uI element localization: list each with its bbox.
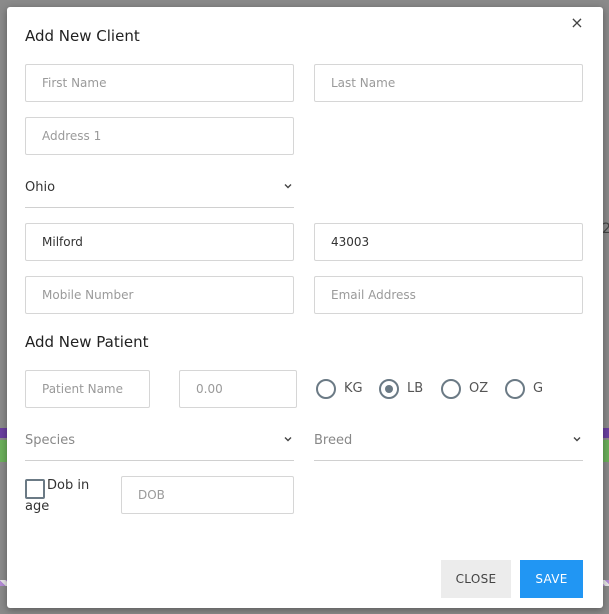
dob-in-age-label: Dob in xyxy=(47,478,90,493)
close-button[interactable]: CLOSE xyxy=(441,560,511,598)
species-select[interactable]: Species xyxy=(25,423,294,461)
last-name-input[interactable] xyxy=(314,64,583,102)
radio-label: LB xyxy=(407,381,424,396)
mobile-number-input[interactable] xyxy=(25,276,294,314)
state-select[interactable]: Ohio xyxy=(25,170,294,208)
radio-circle-selected xyxy=(379,379,399,399)
save-button[interactable]: SAVE xyxy=(520,560,583,598)
chevron-down-icon xyxy=(284,184,292,189)
patient-section-title: Add New Patient xyxy=(25,333,149,351)
zip-input[interactable] xyxy=(314,223,583,261)
radio-label: KG xyxy=(344,381,363,396)
radio-circle xyxy=(505,379,525,399)
breed-select[interactable]: Breed xyxy=(314,423,583,461)
chevron-down-icon xyxy=(573,437,581,442)
close-icon[interactable]: × xyxy=(569,15,585,31)
background-fragment: 2 xyxy=(602,221,609,237)
radio-label: OZ xyxy=(469,381,489,396)
breed-placeholder: Breed xyxy=(314,433,353,448)
radio-circle xyxy=(441,379,461,399)
chevron-down-icon xyxy=(284,437,292,442)
first-name-input[interactable] xyxy=(25,64,294,102)
weight-input[interactable] xyxy=(179,370,297,408)
state-value: Ohio xyxy=(25,180,56,195)
radio-label: G xyxy=(533,381,544,396)
dob-in-age-checkbox[interactable] xyxy=(25,479,45,499)
add-client-modal: × Add New Client Ohio Add New Patient KG… xyxy=(7,7,603,608)
patient-name-input[interactable] xyxy=(25,370,150,408)
modal-title: Add New Client xyxy=(25,27,140,45)
radio-circle xyxy=(316,379,336,399)
dob-input[interactable] xyxy=(121,476,294,514)
address1-input[interactable] xyxy=(25,117,294,155)
city-input[interactable] xyxy=(25,223,294,261)
email-address-input[interactable] xyxy=(314,276,583,314)
species-placeholder: Species xyxy=(25,433,76,448)
dob-in-age-label: age xyxy=(25,499,50,514)
